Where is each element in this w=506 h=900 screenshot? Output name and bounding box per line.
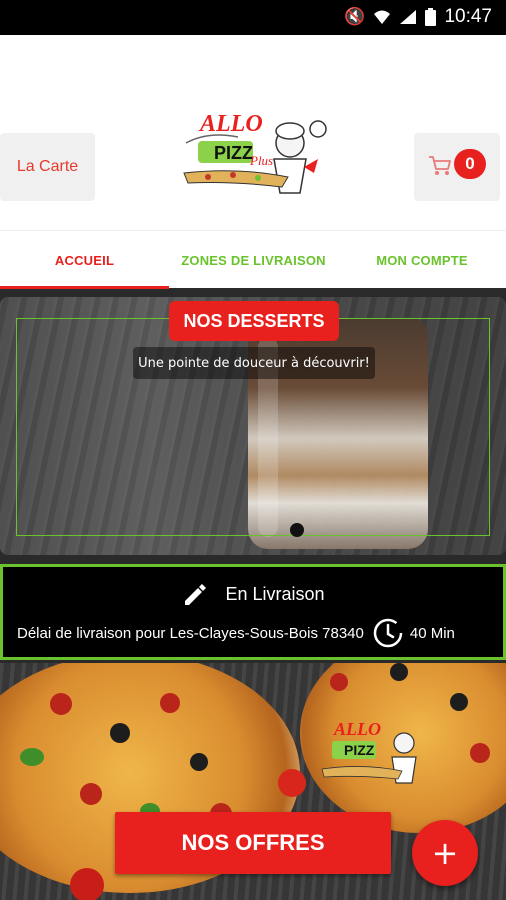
banner-title[interactable]: NOS DESSERTS (169, 301, 339, 341)
svg-text:PIZZ: PIZZ (344, 742, 375, 758)
app-header: La Carte ALLO PIZZ Plus 0 (0, 35, 506, 230)
mute-icon: 🔇 (344, 7, 366, 27)
cart-button[interactable]: 0 (414, 133, 500, 201)
delivery-mode-label: En Livraison (225, 583, 325, 604)
status-bar: 🔇 10:47 (0, 0, 506, 35)
cart-count-badge: 0 (454, 149, 486, 179)
delivery-mode-row[interactable]: En Livraison (3, 581, 503, 607)
svg-text:ALLO: ALLO (333, 719, 381, 739)
delivery-delay-row: Délai de livraison pour Les-Clayes-Sous-… (17, 617, 493, 649)
slider-indicator-dot[interactable] (290, 523, 304, 537)
allo-pizza-logo: ALLO PIZZ Plus (183, 111, 327, 194)
status-icons: 🔇 10:47 (344, 6, 492, 28)
tab-mon-compte[interactable]: MON COMPTE (338, 231, 506, 289)
wifi-icon (374, 10, 391, 24)
svg-text:ALLO: ALLO (198, 111, 263, 137)
promo-slider[interactable]: NOS DESSERTS Une pointe de douceur à déc… (0, 297, 506, 555)
banner-subtitle: Une pointe de douceur à découvrir! (133, 347, 375, 379)
delivery-delay-value: 40 Min (409, 624, 455, 642)
pencil-icon (185, 584, 207, 605)
allo-pizza-logo-small: ALLO PIZZ (321, 719, 417, 784)
delivery-delay-text: Délai de livraison pour Les-Clayes-Sous-… (17, 624, 364, 642)
tomato-image-2 (70, 868, 104, 900)
la-carte-button[interactable]: La Carte (0, 133, 95, 201)
tab-bar: ACCUEIL ZONES DE LIVRAISON MON COMPTE (0, 230, 506, 289)
cart-icon (429, 156, 451, 175)
active-tab-indicator (0, 286, 169, 289)
tab-zones-de-livraison[interactable]: ZONES DE LIVRAISON (169, 231, 338, 289)
signal-icon (400, 10, 417, 24)
nos-offres-button[interactable]: NOS OFFRES (115, 812, 391, 874)
battery-icon (425, 8, 437, 26)
svg-text:PIZZ: PIZZ (214, 143, 253, 163)
add-fab-button[interactable]: + (412, 820, 478, 886)
clock-icon (373, 618, 403, 648)
delivery-info-panel[interactable]: En Livraison Délai de livraison pour Les… (0, 564, 506, 660)
tomato-image (278, 769, 306, 797)
status-time: 10:47 (444, 6, 492, 27)
svg-text:Plus: Plus (249, 153, 273, 168)
pizza-promo-section: ALLO PIZZ NOS OFFRES + (0, 663, 506, 900)
tab-accueil[interactable]: ACCUEIL (0, 231, 169, 289)
